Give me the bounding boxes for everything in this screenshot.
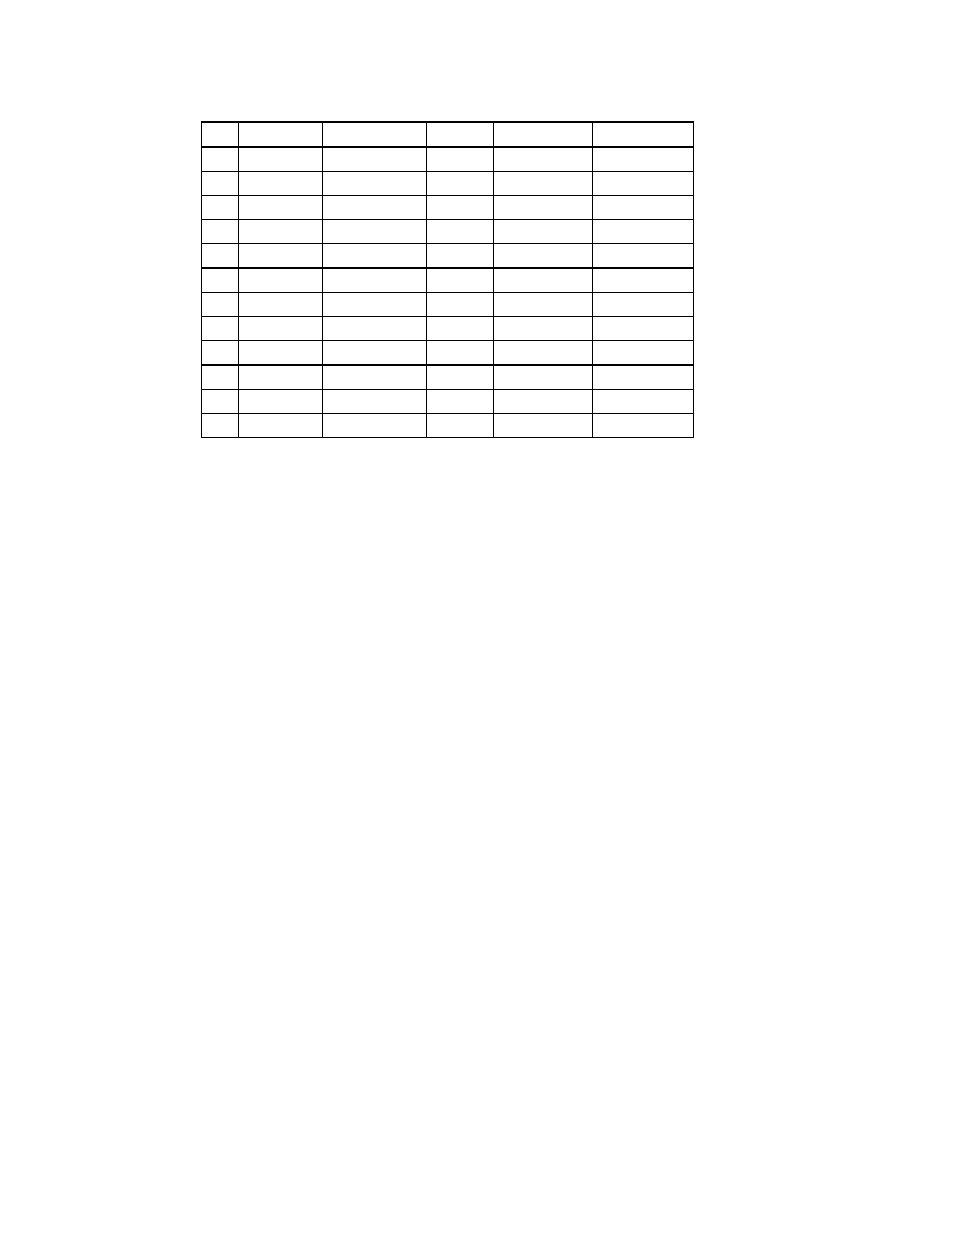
table-cell <box>593 244 694 269</box>
table-cell <box>323 341 427 366</box>
table-cell <box>593 122 694 147</box>
table-cell <box>202 293 239 317</box>
data-table <box>201 121 694 438</box>
table-cell <box>493 268 593 293</box>
table-cell <box>323 147 427 172</box>
table-cell <box>593 196 694 220</box>
table-cell <box>426 196 493 220</box>
table-cell <box>202 390 239 414</box>
table-cell <box>493 414 593 438</box>
table-cell <box>202 365 239 390</box>
table-cell <box>426 365 493 390</box>
table-cell <box>202 341 239 366</box>
table-cell <box>323 244 427 269</box>
table-cell <box>239 220 323 244</box>
table-cell <box>323 414 427 438</box>
table-cell <box>239 244 323 269</box>
table-cell <box>202 220 239 244</box>
table-row <box>202 196 694 220</box>
table-cell <box>593 220 694 244</box>
table-cell <box>426 147 493 172</box>
table-cell <box>323 293 427 317</box>
table-cell <box>593 172 694 196</box>
table-cell <box>593 293 694 317</box>
table-cell <box>493 317 593 341</box>
table-row <box>202 293 694 317</box>
table-cell <box>323 196 427 220</box>
table-cell <box>202 414 239 438</box>
table-cell <box>426 293 493 317</box>
table-row <box>202 268 694 293</box>
table-cell <box>323 268 427 293</box>
table-cell <box>202 172 239 196</box>
table-cell <box>593 268 694 293</box>
table-cell <box>323 365 427 390</box>
table-cell <box>426 220 493 244</box>
table-cell <box>426 244 493 269</box>
table-cell <box>323 390 427 414</box>
table-cell <box>593 147 694 172</box>
table-cell <box>493 365 593 390</box>
table-cell <box>493 172 593 196</box>
table-cell <box>493 122 593 147</box>
table-cell <box>493 196 593 220</box>
table-cell <box>593 317 694 341</box>
table-row <box>202 317 694 341</box>
table-row <box>202 147 694 172</box>
table-cell <box>323 317 427 341</box>
table-row <box>202 390 694 414</box>
data-table-container <box>201 121 694 438</box>
table-cell <box>239 196 323 220</box>
table-cell <box>426 390 493 414</box>
table-cell <box>323 220 427 244</box>
table-cell <box>493 220 593 244</box>
table-row <box>202 414 694 438</box>
table-cell <box>202 196 239 220</box>
table-row <box>202 122 694 147</box>
table-cell <box>426 317 493 341</box>
table-cell <box>493 244 593 269</box>
table-row <box>202 172 694 196</box>
table-cell <box>239 317 323 341</box>
table-row <box>202 341 694 366</box>
table-cell <box>239 122 323 147</box>
table-cell <box>202 244 239 269</box>
table-cell <box>426 414 493 438</box>
table-cell <box>426 341 493 366</box>
table-cell <box>323 122 427 147</box>
table-cell <box>493 390 593 414</box>
table-cell <box>323 172 427 196</box>
table-cell <box>239 172 323 196</box>
table-row <box>202 365 694 390</box>
table-cell <box>239 365 323 390</box>
table-cell <box>239 341 323 366</box>
table-cell <box>426 268 493 293</box>
table-cell <box>493 147 593 172</box>
table-cell <box>593 414 694 438</box>
table-cell <box>202 122 239 147</box>
table-cell <box>202 268 239 293</box>
table-cell <box>239 390 323 414</box>
table-cell <box>202 317 239 341</box>
table-cell <box>593 390 694 414</box>
table-cell <box>239 293 323 317</box>
table-row <box>202 244 694 269</box>
table-cell <box>239 268 323 293</box>
table-cell <box>593 365 694 390</box>
table-cell <box>493 293 593 317</box>
table-cell <box>239 147 323 172</box>
table-cell <box>493 341 593 366</box>
table-cell <box>593 341 694 366</box>
table-row <box>202 220 694 244</box>
table-cell <box>239 414 323 438</box>
table-cell <box>426 122 493 147</box>
table-cell <box>202 147 239 172</box>
table-cell <box>426 172 493 196</box>
